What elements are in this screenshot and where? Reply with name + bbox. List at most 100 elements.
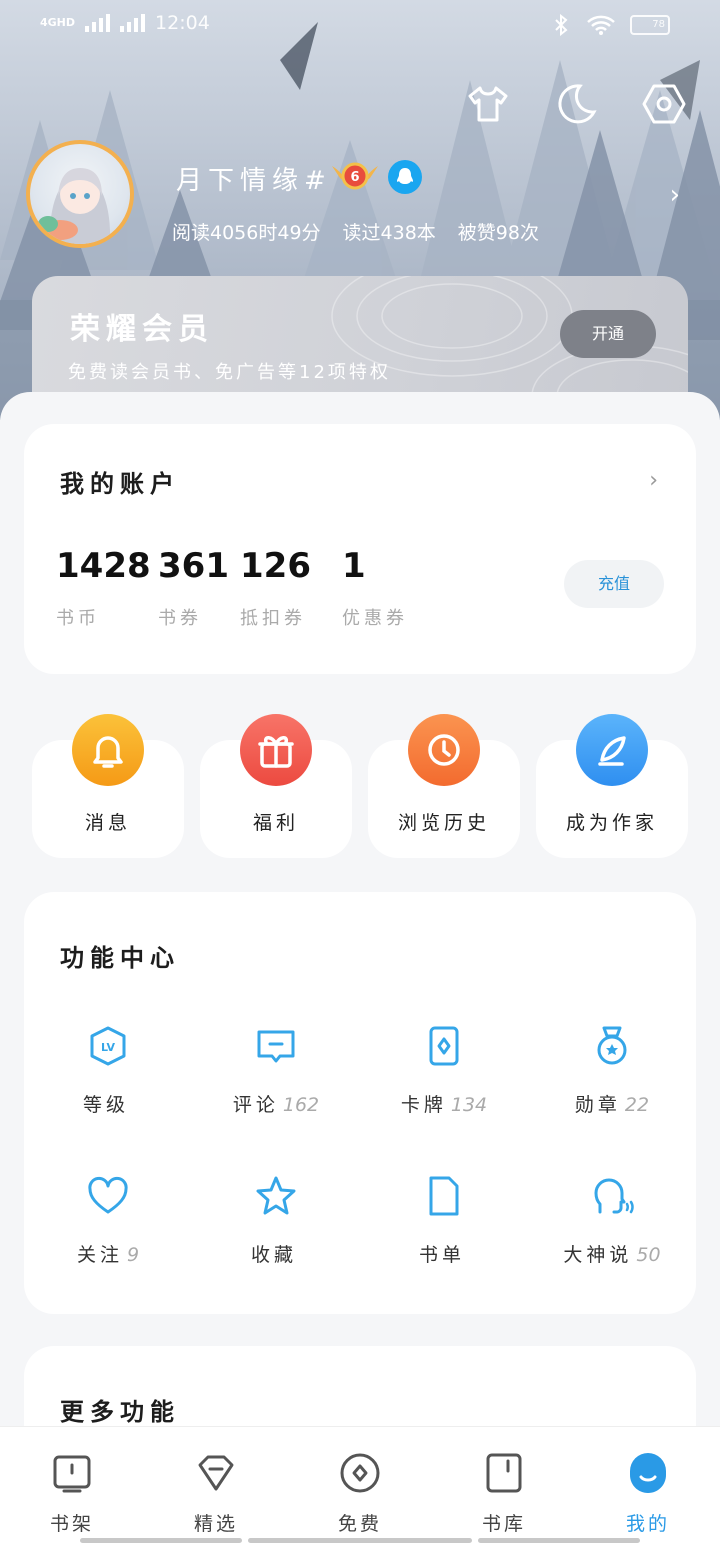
function-item-medals[interactable]: 勋章 22	[528, 1024, 696, 1117]
settings-hexagon-icon[interactable]	[642, 82, 686, 126]
card-icon	[429, 1026, 459, 1066]
free-circle-icon	[340, 1453, 380, 1493]
more-functions-title: 更多功能	[60, 1398, 180, 1426]
account-label: 优惠券	[342, 608, 408, 629]
status-bar: 4GHD 12:04 78	[0, 0, 720, 56]
tab-label: 我的	[625, 1513, 670, 1535]
function-center-card: 功能中心 LV 等级 评论 162 卡牌 134 勋章 22 关注 9 收藏 书单 大神…	[24, 892, 696, 1314]
account-item-coins[interactable]: 1428 书币	[56, 546, 151, 630]
function-count: 9	[126, 1244, 140, 1266]
network-type: 4GHD	[40, 16, 76, 29]
gift-icon	[240, 714, 312, 786]
avatar[interactable]	[26, 140, 134, 248]
vip-open-button[interactable]: 开通	[560, 310, 656, 358]
vip-subtitle: 免费读会员书、免广告等12项特权	[68, 362, 391, 383]
tab-featured[interactable]: 精选	[144, 1451, 288, 1536]
account-title: 我的账户	[60, 470, 180, 498]
profile-chevron-icon[interactable]: ›	[670, 180, 680, 210]
account-value: 361	[158, 546, 229, 586]
quick-action-label: 消息	[84, 812, 131, 834]
medal-icon	[597, 1026, 627, 1065]
qq-penguin-shape	[397, 168, 413, 184]
function-item-text: 卡牌 134	[360, 1090, 528, 1117]
function-item-follow[interactable]: 关注 9	[24, 1174, 192, 1267]
star-icon	[256, 1176, 296, 1215]
tshirt-icon[interactable]	[466, 82, 510, 126]
quick-action-history[interactable]: 浏览历史	[368, 714, 520, 858]
account-item-vouchers[interactable]: 361 书券	[158, 546, 229, 630]
qq-icon[interactable]	[388, 160, 422, 194]
function-item-favorites[interactable]: 收藏	[192, 1174, 360, 1267]
function-label: 大神说	[563, 1244, 633, 1266]
profile-face-icon	[630, 1453, 666, 1493]
account-value: 1428	[56, 546, 151, 586]
account-label: 书币	[56, 608, 100, 629]
function-item-text: 书单	[360, 1240, 528, 1267]
account-item-deduction[interactable]: 126 抵扣券	[240, 546, 311, 630]
function-item-text: 关注 9	[24, 1240, 192, 1267]
profile-header: 4GHD 12:04 78 月下情缘# 6 › 阅读4056时49分 读过438…	[0, 0, 720, 420]
tab-label: 书库	[481, 1513, 526, 1535]
tab-label: 书架	[49, 1513, 94, 1535]
clock-icon	[408, 714, 480, 786]
bell-icon	[72, 714, 144, 786]
wifi-icon	[587, 15, 615, 35]
feather-icon	[576, 714, 648, 786]
account-value: 126	[240, 546, 311, 586]
heart-icon	[88, 1176, 128, 1214]
function-item-text: 收藏	[192, 1240, 360, 1267]
svg-text:LV: LV	[101, 1041, 115, 1054]
bottom-tab-bar: 书架 精选 免费 书库 我的	[0, 1426, 720, 1544]
level-wings-badge[interactable]: 6	[330, 158, 380, 194]
bell-glyph	[93, 736, 123, 768]
clock: 12:04	[155, 12, 210, 34]
bookshelf-icon	[53, 1455, 91, 1493]
signal-icon	[85, 14, 111, 32]
quick-action-label: 成为作家	[565, 812, 658, 834]
diamond-icon	[198, 1455, 234, 1491]
account-card[interactable]: 我的账户 › 1428 书币 361 书券 126 抵扣券 1 优惠券 充值	[24, 424, 696, 674]
quick-action-messages[interactable]: 消息	[32, 714, 184, 858]
account-label: 抵扣券	[240, 608, 306, 629]
account-value: 1	[342, 546, 366, 586]
booklist-icon	[429, 1176, 459, 1216]
moon-icon[interactable]	[554, 82, 598, 126]
nav-gesture-bar-center	[248, 1538, 472, 1543]
function-item-booklist[interactable]: 书单	[360, 1174, 528, 1267]
nav-gesture-bar-right	[478, 1538, 640, 1543]
nav-gesture-bar-left	[80, 1538, 242, 1543]
tab-free[interactable]: 免费	[288, 1451, 432, 1536]
feather-glyph	[598, 736, 626, 766]
quick-action-label: 浏览历史	[397, 812, 490, 834]
gift-glyph	[258, 736, 294, 768]
read-time: 阅读4056时49分	[172, 222, 321, 244]
account-item-coupons[interactable]: 1 优惠券	[342, 546, 408, 630]
quick-action-label: 福利	[252, 812, 299, 834]
function-item-master-says[interactable]: 大神说 50	[528, 1174, 696, 1267]
function-label: 关注	[76, 1244, 123, 1266]
quick-action-become-writer[interactable]: 成为作家	[536, 714, 688, 858]
bluetooth-icon	[555, 14, 568, 36]
recharge-button[interactable]: 充值	[564, 560, 664, 608]
tab-library[interactable]: 书库	[432, 1451, 576, 1536]
username[interactable]: 月下情缘#	[176, 160, 332, 197]
function-label: 收藏	[250, 1244, 297, 1266]
function-item-comments[interactable]: 评论 162	[192, 1024, 360, 1117]
tab-bookshelf[interactable]: 书架	[0, 1451, 144, 1536]
function-count: 50	[636, 1244, 661, 1266]
account-chevron-icon[interactable]: ›	[649, 468, 658, 493]
tab-mine[interactable]: 我的	[576, 1451, 720, 1536]
function-item-text: 评论 162	[192, 1090, 360, 1117]
quick-action-benefits[interactable]: 福利	[200, 714, 352, 858]
account-label: 书券	[158, 608, 202, 629]
function-count: 134	[450, 1094, 488, 1116]
function-center-title: 功能中心	[60, 944, 180, 972]
function-count: 22	[624, 1094, 650, 1116]
function-item-text: 勋章 22	[528, 1090, 696, 1117]
function-label: 书单	[418, 1244, 465, 1266]
function-item-cards[interactable]: 卡牌 134	[360, 1024, 528, 1117]
battery-indicator: 78	[630, 15, 670, 35]
books-read: 读过438本	[342, 222, 436, 244]
function-item-level[interactable]: LV 等级	[24, 1024, 192, 1117]
tab-label: 免费	[337, 1513, 382, 1535]
